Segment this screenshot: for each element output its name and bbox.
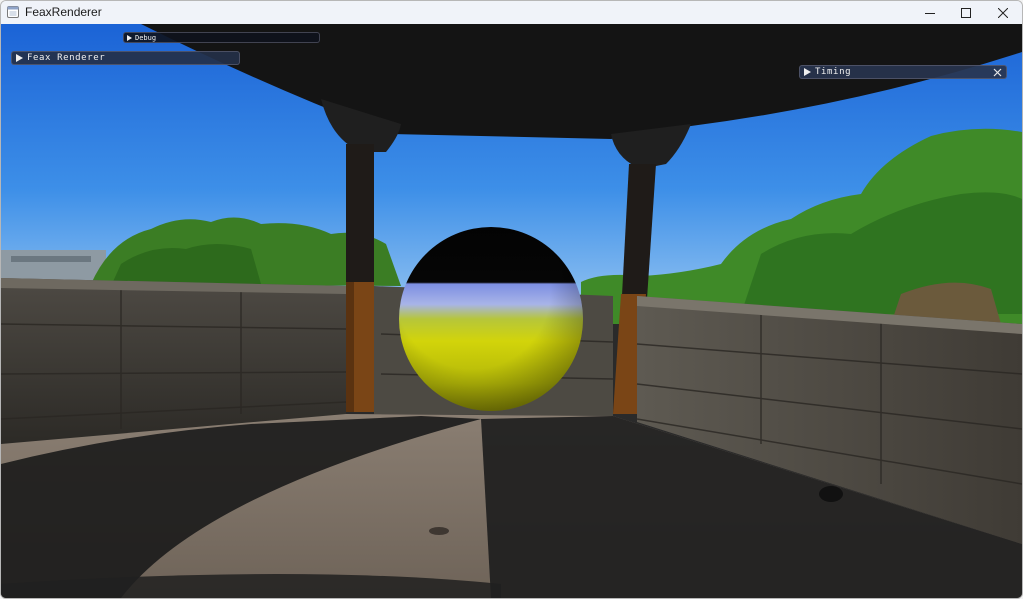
environment-scene xyxy=(1,24,1022,598)
title-bar[interactable]: FeaxRenderer xyxy=(1,1,1022,24)
app-icon xyxy=(7,6,19,18)
maximize-icon xyxy=(961,7,971,18)
debug-panel-title: Debug xyxy=(135,33,157,42)
maximize-button[interactable] xyxy=(947,1,985,24)
close-icon xyxy=(998,7,1008,18)
window-title: FeaxRenderer xyxy=(25,5,102,19)
minimize-button[interactable] xyxy=(911,1,949,24)
collapse-arrow-icon[interactable] xyxy=(16,54,23,62)
minimize-icon xyxy=(925,12,935,14)
collapse-arrow-icon[interactable] xyxy=(127,34,132,41)
close-button[interactable] xyxy=(984,1,1022,24)
collapse-arrow-icon[interactable] xyxy=(804,68,811,76)
close-icon[interactable] xyxy=(992,67,1003,78)
timing-panel-title: Timing xyxy=(815,67,852,77)
app-window: FeaxRenderer Debug Feax Renderer Timing xyxy=(0,0,1023,599)
feax-renderer-panel-header[interactable]: Feax Renderer xyxy=(11,51,240,65)
feax-renderer-panel-title: Feax Renderer xyxy=(27,53,106,63)
render-viewport[interactable]: Debug Feax Renderer Timing xyxy=(1,24,1022,598)
debug-panel-header[interactable]: Debug xyxy=(123,32,320,43)
timing-panel-header[interactable]: Timing xyxy=(799,65,1007,79)
